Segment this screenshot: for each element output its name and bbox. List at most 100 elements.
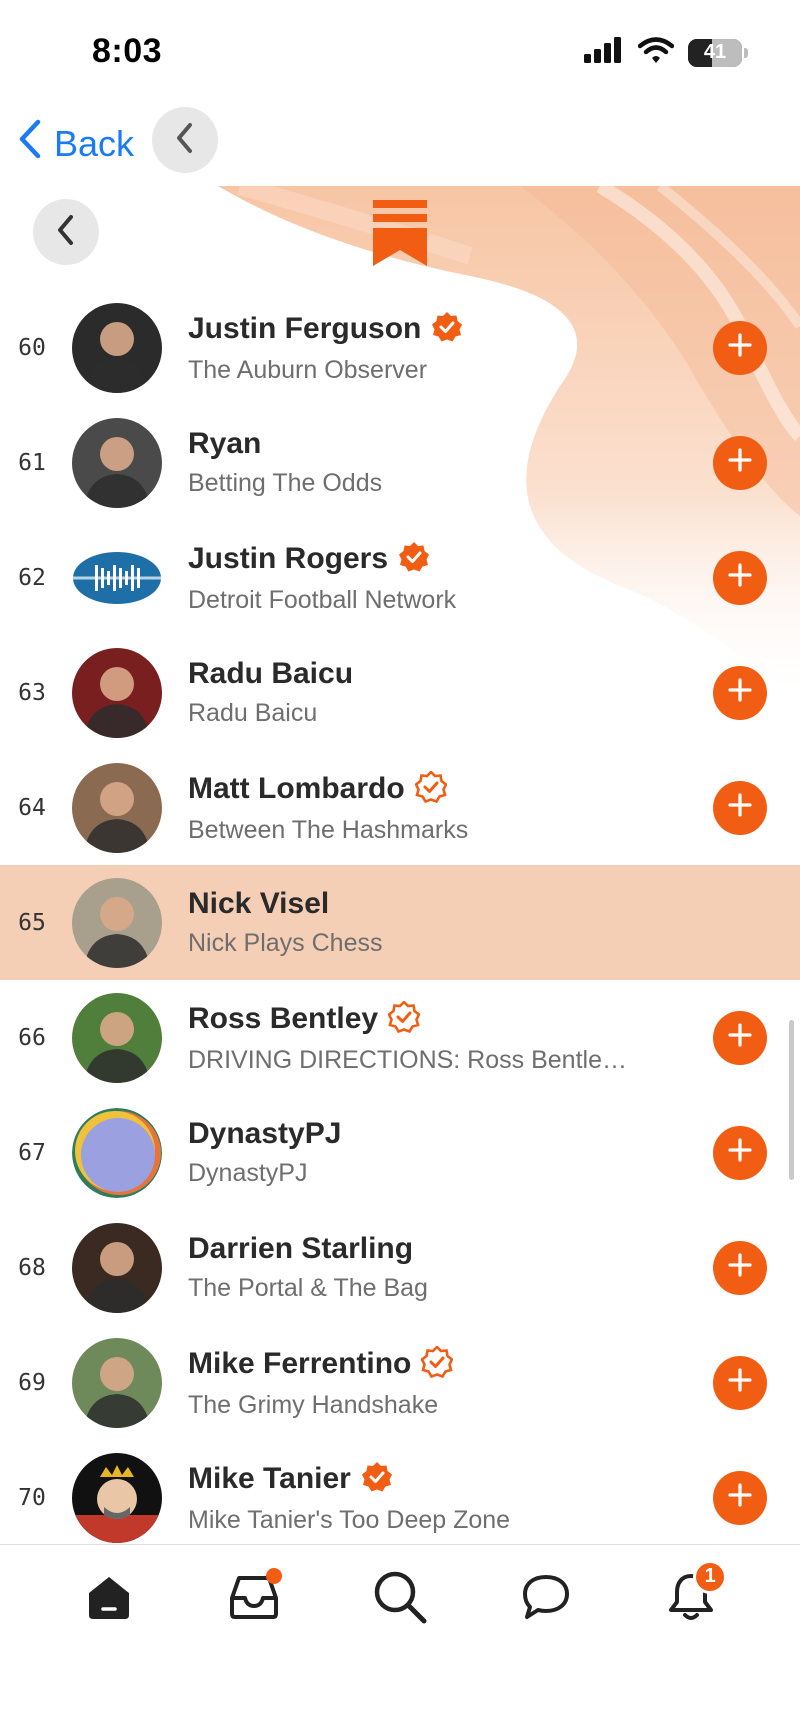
publication-name[interactable]: DRIVING DIRECTIONS: Ross Bentle… — [188, 1046, 627, 1075]
publication-name[interactable]: Radu Baicu — [188, 699, 353, 728]
battery-tip — [744, 47, 748, 58]
row-text: Justin Rogers Detroit Football Network — [188, 541, 456, 615]
list-row[interactable]: 68 Darrien Starling The Portal & The Bag — [0, 1210, 800, 1325]
publication-name[interactable]: Nick Plays Chess — [188, 929, 383, 958]
avatar[interactable] — [72, 877, 162, 968]
name-line: Radu Baicu — [188, 657, 353, 691]
list-row[interactable]: 64 Matt Lombardo Between The Hashmarks — [0, 750, 800, 865]
writer-name[interactable]: Ross Bentley — [188, 1002, 378, 1036]
publication-name[interactable]: The Portal & The Bag — [188, 1274, 428, 1303]
plus-icon — [727, 677, 753, 708]
tab-home[interactable] — [69, 1560, 149, 1640]
list-header — [0, 186, 800, 276]
football-logo-icon[interactable] — [72, 532, 162, 623]
name-line: Matt Lombardo — [188, 769, 468, 808]
row-text: Ross Bentley DRIVING DIRECTIONS: Ross Ben… — [188, 999, 627, 1075]
status-time: 8:03 — [92, 32, 163, 70]
navigation-row: Back — [0, 105, 800, 181]
list-row[interactable]: 61 Ryan Betting The Odds — [0, 405, 800, 520]
abstract-logo-icon[interactable] — [72, 1107, 162, 1198]
list-row[interactable]: 70 Mike Tanier Mike Tanier's Too Deep Zone — [0, 1440, 800, 1555]
verified-badge-icon — [431, 311, 463, 348]
list-row[interactable]: 66 Ross Bentley DRIVING DIRECTIONS: Ross B… — [0, 980, 800, 1095]
name-line: Justin Rogers — [188, 541, 456, 578]
publication-name[interactable]: Mike Tanier's Too Deep Zone — [188, 1506, 510, 1535]
rank-number: 60 — [18, 334, 46, 361]
subscribe-add-button[interactable] — [713, 1470, 767, 1525]
subscribe-add-button[interactable] — [713, 435, 767, 490]
tab-notifications[interactable]: 1 — [651, 1559, 731, 1640]
row-text: Radu Baicu Radu Baicu — [188, 657, 353, 728]
writer-name[interactable]: Justin Rogers — [188, 542, 388, 576]
avatar[interactable] — [72, 417, 162, 508]
subscribe-add-button[interactable] — [713, 320, 767, 375]
list-row[interactable]: 67 DynastyPJ DynastyPJ — [0, 1095, 800, 1210]
publication-name[interactable]: Betting The Odds — [188, 469, 382, 498]
bookmark-logo-icon — [373, 200, 427, 271]
subscribe-add-button[interactable] — [713, 550, 767, 605]
cartoon-king-avatar-icon[interactable] — [72, 1452, 162, 1543]
list-back-button[interactable] — [33, 199, 99, 265]
scrollbar[interactable] — [789, 1020, 794, 1180]
name-line: Mike Ferrentino — [188, 1344, 455, 1383]
writer-name[interactable]: Nick Visel — [188, 887, 329, 921]
subscribe-add-button[interactable] — [713, 780, 767, 835]
subscribe-add-button[interactable] — [713, 1125, 767, 1180]
tab-search[interactable] — [360, 1560, 440, 1640]
writer-name[interactable]: Darrien Starling — [188, 1232, 413, 1266]
battery-icon: 41 — [688, 38, 742, 67]
publication-name[interactable]: DynastyPJ — [188, 1159, 341, 1188]
avatar[interactable] — [72, 647, 162, 738]
tab-inbox[interactable] — [214, 1560, 294, 1640]
writer-name[interactable]: Mike Ferrentino — [188, 1347, 411, 1381]
list-row[interactable]: 63 Radu Baicu Radu Baicu — [0, 635, 800, 750]
writer-name[interactable]: Matt Lombardo — [188, 772, 405, 806]
writer-name[interactable]: Mike Tanier — [188, 1462, 351, 1496]
publication-name[interactable]: The Grimy Handshake — [188, 1391, 453, 1420]
name-line: Ryan — [188, 427, 382, 461]
rank-number: 66 — [18, 1024, 46, 1051]
chevron-left-icon — [175, 122, 195, 159]
row-text: Nick Visel Nick Plays Chess — [188, 887, 383, 958]
search-icon — [372, 1569, 428, 1630]
list-row[interactable]: 69 Mike Ferrentino The Grimy Handshake — [0, 1325, 800, 1440]
publication-name[interactable]: The Auburn Observer — [188, 356, 463, 385]
rank-number: 69 — [18, 1369, 46, 1396]
subscribe-add-button[interactable] — [713, 1240, 767, 1295]
plus-icon — [727, 332, 753, 363]
back-button[interactable]: Back — [18, 119, 134, 168]
writer-name[interactable]: Ryan — [188, 427, 261, 461]
writer-name[interactable]: Radu Baicu — [188, 657, 353, 691]
avatar[interactable] — [72, 1337, 162, 1428]
plus-icon — [727, 447, 753, 478]
avatar[interactable] — [72, 762, 162, 853]
leaderboard-list: 60 Justin Ferguson The Auburn Observer 61 Ry… — [0, 290, 800, 1555]
name-line: Ross Bentley — [188, 999, 627, 1038]
nav-back-circle-button[interactable] — [152, 107, 218, 173]
avatar[interactable] — [72, 1222, 162, 1313]
tab-chat[interactable] — [506, 1560, 586, 1640]
list-row[interactable]: 65 Nick Visel Nick Plays Chess — [0, 865, 800, 980]
subscribe-add-button[interactable] — [713, 1355, 767, 1410]
name-line: Nick Visel — [188, 887, 383, 921]
avatar[interactable] — [72, 302, 162, 393]
writer-name[interactable]: Justin Ferguson — [188, 312, 421, 346]
back-label: Back — [54, 122, 135, 164]
list-row[interactable]: 62 Justin Rogers Detroit Football Network — [0, 520, 800, 635]
writer-name[interactable]: DynastyPJ — [188, 1117, 341, 1151]
rank-number: 67 — [18, 1139, 46, 1166]
home-icon — [84, 1573, 134, 1626]
publication-name[interactable]: Between The Hashmarks — [188, 816, 468, 845]
tab-bar: 1 — [0, 1544, 800, 1654]
publication-name[interactable]: Detroit Football Network — [188, 586, 456, 615]
rank-number: 65 — [18, 909, 46, 936]
name-line: DynastyPJ — [188, 1117, 341, 1151]
list-row[interactable]: 60 Justin Ferguson The Auburn Observer — [0, 290, 800, 405]
inbox-unread-dot — [266, 1567, 283, 1584]
subscribe-add-button[interactable] — [713, 665, 767, 720]
plus-icon — [727, 792, 753, 823]
notification-badge: 1 — [693, 1559, 728, 1594]
avatar[interactable] — [72, 992, 162, 1083]
subscribe-add-button[interactable] — [713, 1010, 767, 1065]
chevron-left-icon — [18, 119, 42, 168]
